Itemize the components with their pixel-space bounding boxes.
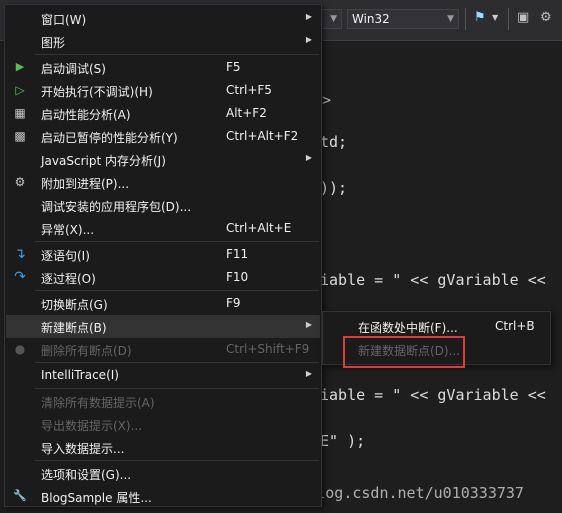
submenu-arrow-icon: ▶ (305, 369, 312, 378)
code-line: iable = " << gVariable << (320, 386, 546, 404)
submenu-arrow-icon: ▶ (305, 153, 312, 162)
chevron-down-icon: ▼ (330, 14, 337, 24)
menu-separator (35, 54, 319, 55)
menu-item-label: 异常(X)... (41, 223, 95, 237)
play-icon: ▶ (15, 60, 25, 73)
menu-item-label: 切换断点(G) (41, 298, 108, 312)
menu-item-shortcut: Ctrl+Alt+F2 (226, 129, 299, 143)
menu-item-start-debugging[interactable]: ▶ 启动调试(S) F5 (6, 56, 320, 79)
menu-item-clear-datatips: 清除所有数据提示(A) (6, 390, 320, 413)
menu-item-label: 图形 (41, 36, 66, 50)
submenu-item-function-breakpoint[interactable]: 在函数处中断(F)... Ctrl+B (324, 315, 550, 338)
menu-item-label: 新建断点(B) (41, 321, 107, 335)
menu-item-start-paused-profiling[interactable]: ▩ 启动已暂停的性能分析(Y) Ctrl+Alt+F2 (6, 125, 320, 148)
delete-breakpoints-icon: ● (14, 342, 26, 356)
menu-item-label: 在函数处中断(F)... (358, 321, 458, 335)
menu-item-debug-installed-package[interactable]: 调试安装的应用程序包(D)... (6, 194, 320, 217)
menu-item-js-memory[interactable]: JavaScript 内存分析(J) ▶ (6, 148, 320, 171)
menu-item-import-datatips[interactable]: 导入数据提示... (6, 436, 320, 459)
menu-item-label: IntelliTrace(I) (41, 368, 119, 382)
menu-item-label: 选项和设置(G)... (41, 468, 132, 482)
wrench-icon: 🔧 (13, 489, 27, 502)
menu-item-shortcut: Ctrl+Alt+E (226, 221, 292, 235)
toolbar-separator (508, 8, 509, 30)
menu-item-label: 清除所有数据提示(A) (41, 396, 155, 410)
code-line: td; (320, 133, 348, 151)
menu-item-label: 调试安装的应用程序包(D)... (41, 200, 192, 214)
menu-item-label: 附加到进程(P)... (41, 177, 130, 191)
menu-item-label: 导入数据提示... (41, 442, 125, 456)
menu-item-export-datatips: 导出数据提示(X)... (6, 413, 320, 436)
step-into-icon: ↴ (14, 246, 26, 262)
menu-item-new-breakpoint[interactable]: 新建断点(B) ▶ (6, 315, 320, 338)
chevron-down-icon: ▼ (447, 14, 454, 24)
menu-separator (35, 388, 319, 389)
play-outline-icon: ▷ (15, 83, 25, 97)
attach-process-icon: ⚙ (14, 175, 26, 189)
menu-item-shortcut: Ctrl+B (495, 319, 535, 333)
menu-separator (35, 241, 319, 242)
menu-item-project-properties[interactable]: 🔧 BlogSample 属性... (6, 485, 320, 508)
menu-item-shortcut: Ctrl+F5 (226, 83, 272, 97)
menu-item-shortcut: F5 (226, 60, 241, 74)
dropdown-arrow-icon[interactable]: ▼ (492, 10, 508, 26)
menu-item-label: 删除所有断点(D) (41, 344, 132, 358)
find-in-files-icon[interactable]: ⚑ (474, 10, 490, 26)
menu-separator (35, 460, 319, 461)
highlight-box (343, 336, 465, 368)
menu-item-delete-all-breakpoints: ● 删除所有断点(D) Ctrl+Shift+F9 (6, 338, 320, 361)
menu-item-graphics[interactable]: 图形 ▶ (6, 30, 320, 53)
menu-item-label: 启动已暂停的性能分析(Y) (41, 131, 178, 145)
menu-item-shortcut: Alt+F2 (226, 106, 267, 120)
menu-item-options[interactable]: 选项和设置(G)... (6, 462, 320, 485)
performance-icon: ▦ (14, 106, 26, 120)
menu-item-shortcut: F9 (226, 296, 241, 310)
menu-separator (35, 362, 319, 363)
menu-item-start-profiling[interactable]: ▦ 启动性能分析(A) Alt+F2 (6, 102, 320, 125)
menu-item-shortcut: F10 (226, 270, 249, 284)
step-over-icon: ↷ (14, 269, 26, 285)
code-line: )); (320, 179, 348, 197)
platform-combo[interactable]: Win32 ▼ (347, 9, 459, 29)
menu-item-toggle-breakpoint[interactable]: 切换断点(G) F9 (6, 292, 320, 315)
menu-item-label: 启动调试(S) (41, 62, 106, 76)
menu-item-shortcut: F11 (226, 247, 249, 261)
code-line: > (322, 91, 332, 109)
menu-item-window[interactable]: 窗口(W) ▶ (6, 7, 320, 30)
menu-item-exceptions[interactable]: 异常(X)... Ctrl+Alt+E (6, 217, 320, 240)
debug-menu: 窗口(W) ▶ 图形 ▶ ▶ 启动调试(S) F5 ▷ 开始执行(不调试)(H) Ctrl+F5 ▦… (4, 4, 322, 507)
menu-item-attach-process[interactable]: ⚙ 附加到进程(P)... (6, 171, 320, 194)
menu-item-intellitrace[interactable]: IntelliTrace(I) ▶ (6, 364, 320, 387)
submenu-arrow-icon: ▶ (305, 320, 312, 329)
menu-separator (35, 290, 319, 291)
menu-item-label: 启动性能分析(A) (41, 108, 131, 122)
menu-item-label: BlogSample 属性... (41, 491, 152, 505)
platform-value: Win32 (352, 12, 390, 26)
submenu-arrow-icon: ▶ (305, 35, 312, 44)
menu-item-label: 窗口(W) (41, 13, 87, 27)
menu-item-label: 逐语句(I) (41, 249, 90, 263)
toolbar-action-icon[interactable]: ▣ (517, 10, 533, 26)
menu-item-label: 开始执行(不调试)(H) (41, 85, 153, 99)
menu-item-label: 导出数据提示(X)... (41, 419, 143, 433)
menu-item-start-without-debugging[interactable]: ▷ 开始执行(不调试)(H) Ctrl+F5 (6, 79, 320, 102)
performance-paused-icon: ▩ (14, 129, 26, 143)
menu-item-shortcut: Ctrl+Shift+F9 (226, 342, 310, 356)
menu-item-step-into[interactable]: ↴ 逐语句(I) F11 (6, 243, 320, 266)
code-line: E" ); (320, 432, 366, 450)
submenu-arrow-icon: ▶ (305, 12, 312, 21)
menu-item-label: 逐过程(O) (41, 272, 96, 286)
config-icon[interactable]: ⚙ (540, 10, 556, 26)
menu-item-step-over[interactable]: ↷ 逐过程(O) F10 (6, 266, 320, 289)
code-line: iable = " << gVariable << (320, 271, 546, 289)
toolbar-separator (465, 8, 466, 30)
menu-item-label: JavaScript 内存分析(J) (41, 154, 166, 168)
